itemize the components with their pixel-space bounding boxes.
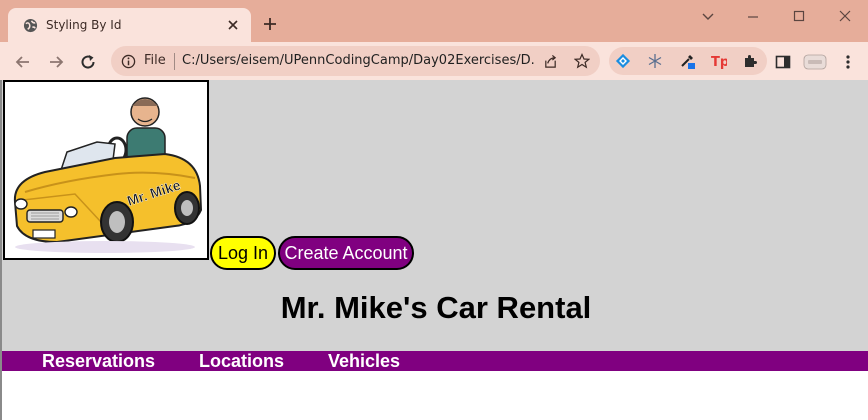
svg-text:Tp: Tp bbox=[711, 55, 727, 69]
puzzle-piece-icon[interactable] bbox=[742, 53, 758, 69]
share-icon[interactable] bbox=[543, 54, 558, 69]
new-tab-icon[interactable] bbox=[262, 16, 278, 32]
close-tab-icon[interactable] bbox=[226, 18, 240, 32]
bookmark-star-icon[interactable] bbox=[574, 53, 590, 69]
cartoon-car-logo: Mr. Mike bbox=[13, 97, 203, 253]
browser-toolbar: File C:/Users/eisem/UPennCodingCamp/Day0… bbox=[0, 42, 868, 80]
main-nav: Reservations Locations Vehicles bbox=[2, 351, 868, 371]
diamond-extension-icon[interactable] bbox=[615, 53, 631, 69]
globe-icon bbox=[23, 18, 38, 33]
page-viewport: Mr. Mike Log In Create Account Mr. Mike'… bbox=[0, 80, 868, 420]
page-title: Mr. Mike's Car Rental bbox=[280, 290, 592, 325]
nav-item-vehicles[interactable]: Vehicles bbox=[328, 351, 400, 371]
more-menu-icon[interactable] bbox=[839, 53, 857, 71]
car-rental-logo: Mr. Mike bbox=[3, 80, 209, 260]
address-divider bbox=[174, 53, 175, 70]
extensions-group: Tp bbox=[609, 47, 767, 75]
close-window-icon[interactable] bbox=[838, 9, 852, 23]
browser-tab-strip: Styling By Id bbox=[0, 0, 868, 42]
tab-title: Styling By Id bbox=[46, 18, 122, 32]
forward-arrow-icon[interactable] bbox=[47, 53, 65, 71]
back-arrow-icon[interactable] bbox=[14, 53, 32, 71]
snowflake-extension-icon[interactable] bbox=[647, 53, 663, 69]
browser-tab[interactable]: Styling By Id bbox=[8, 8, 251, 42]
maximize-icon[interactable] bbox=[792, 9, 806, 23]
address-scheme-label: File bbox=[144, 53, 166, 68]
side-panel-icon[interactable] bbox=[774, 53, 792, 71]
login-button[interactable]: Log In bbox=[210, 236, 276, 270]
create-account-button[interactable]: Create Account bbox=[278, 236, 414, 270]
info-icon[interactable] bbox=[121, 54, 136, 69]
tp-extension-icon[interactable]: Tp bbox=[711, 53, 727, 69]
reload-icon[interactable] bbox=[79, 53, 97, 71]
profile-avatar-icon[interactable] bbox=[803, 53, 827, 71]
nav-item-reservations[interactable]: Reservations bbox=[42, 351, 155, 371]
minimize-icon[interactable] bbox=[746, 9, 760, 23]
address-bar[interactable]: File C:/Users/eisem/UPennCodingCamp/Day0… bbox=[111, 46, 600, 76]
nav-item-locations[interactable]: Locations bbox=[199, 351, 284, 371]
tab-search-chevron-icon[interactable] bbox=[701, 9, 715, 23]
eyedropper-extension-icon[interactable] bbox=[679, 53, 695, 69]
page-header: Mr. Mike Log In Create Account Mr. Mike'… bbox=[2, 80, 868, 351]
address-url[interactable]: C:/Users/eisem/UPennCodingCamp/Day02Exer… bbox=[182, 53, 534, 68]
